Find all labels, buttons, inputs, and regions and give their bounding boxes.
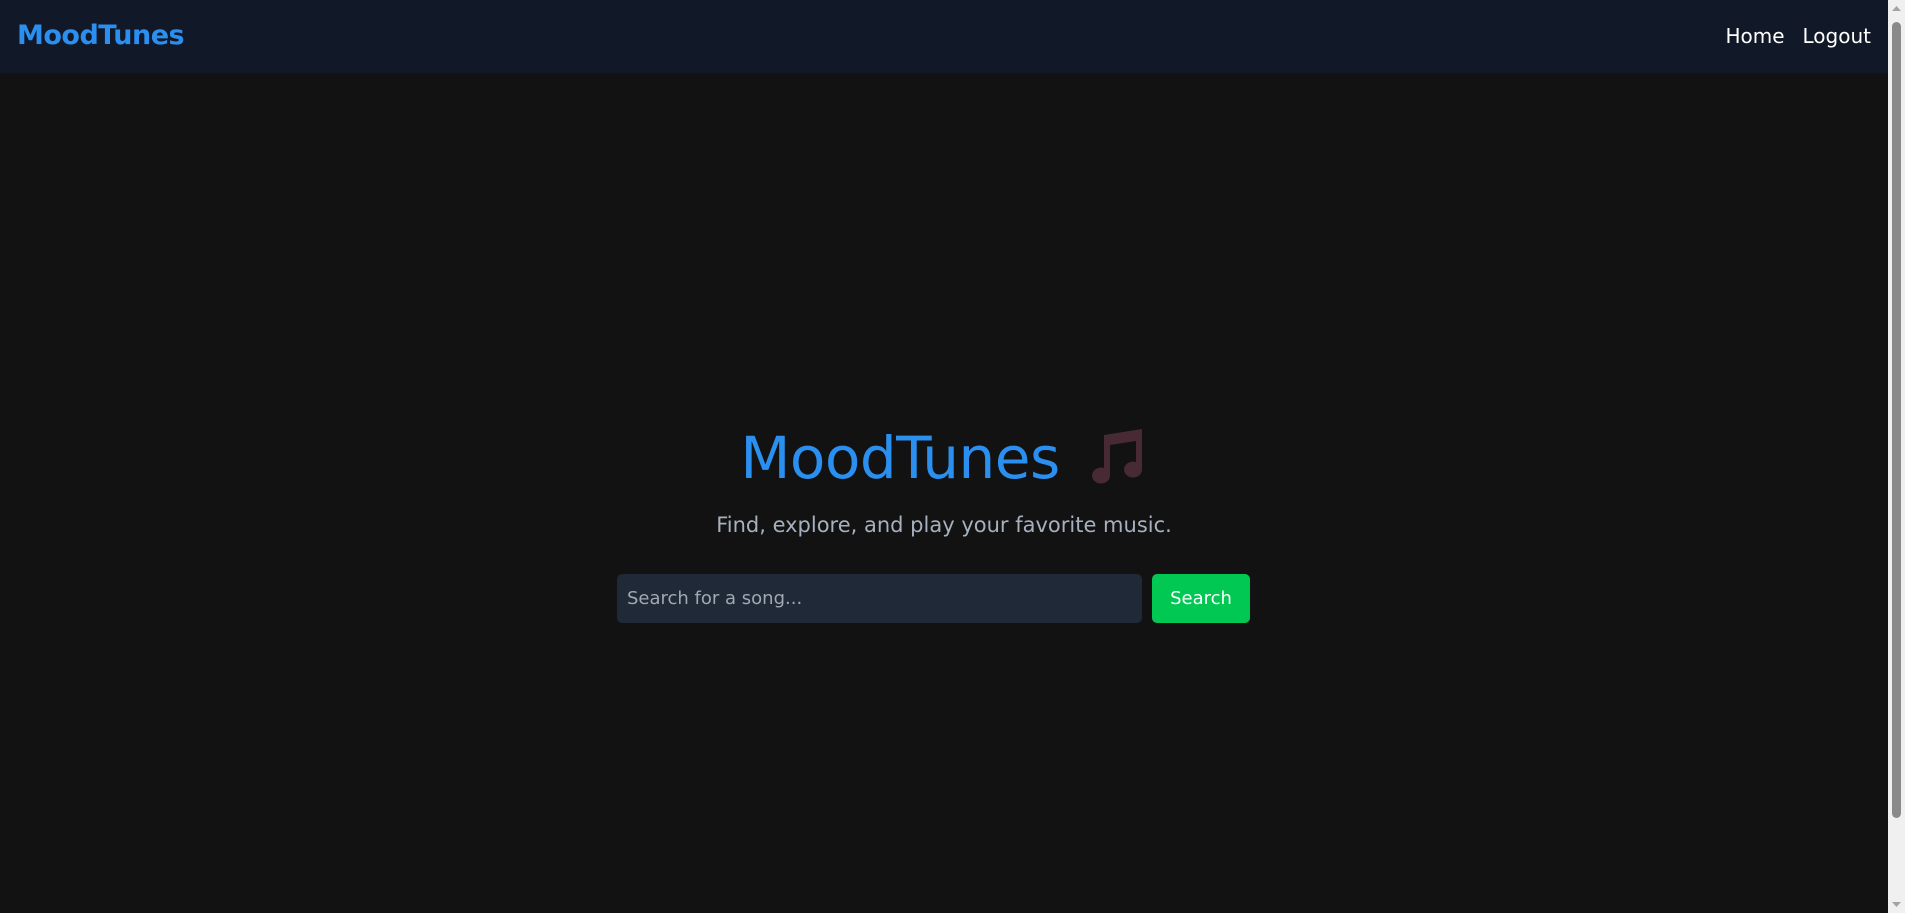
hero-title: MoodTunes [740, 418, 1147, 498]
hero-section: MoodTunes Find, explore, and play your f… [0, 418, 1888, 537]
vertical-scrollbar[interactable] [1888, 0, 1905, 913]
navbar: MoodTunes Home Logout [0, 0, 1888, 74]
browser-viewport: MoodTunes Home Logout MoodTunes Find, ex… [0, 0, 1905, 913]
hero-title-text: MoodTunes [740, 424, 1060, 492]
search-form: Search [617, 574, 1250, 623]
page: MoodTunes Home Logout MoodTunes Find, ex… [0, 0, 1888, 913]
search-button[interactable]: Search [1152, 574, 1250, 623]
music-note-icon [1086, 425, 1148, 487]
search-input[interactable] [617, 574, 1142, 623]
brand-logo-link[interactable]: MoodTunes [17, 18, 185, 54]
scroll-down-arrow-icon[interactable] [1888, 896, 1905, 913]
hero-subtitle: Find, explore, and play your favorite mu… [716, 513, 1172, 537]
nav-link-logout[interactable]: Logout [1803, 22, 1871, 50]
scrollbar-thumb[interactable] [1892, 22, 1901, 818]
nav-link-home[interactable]: Home [1725, 22, 1784, 50]
scroll-up-arrow-icon[interactable] [1888, 0, 1905, 17]
nav-links: Home Logout [1725, 22, 1871, 50]
